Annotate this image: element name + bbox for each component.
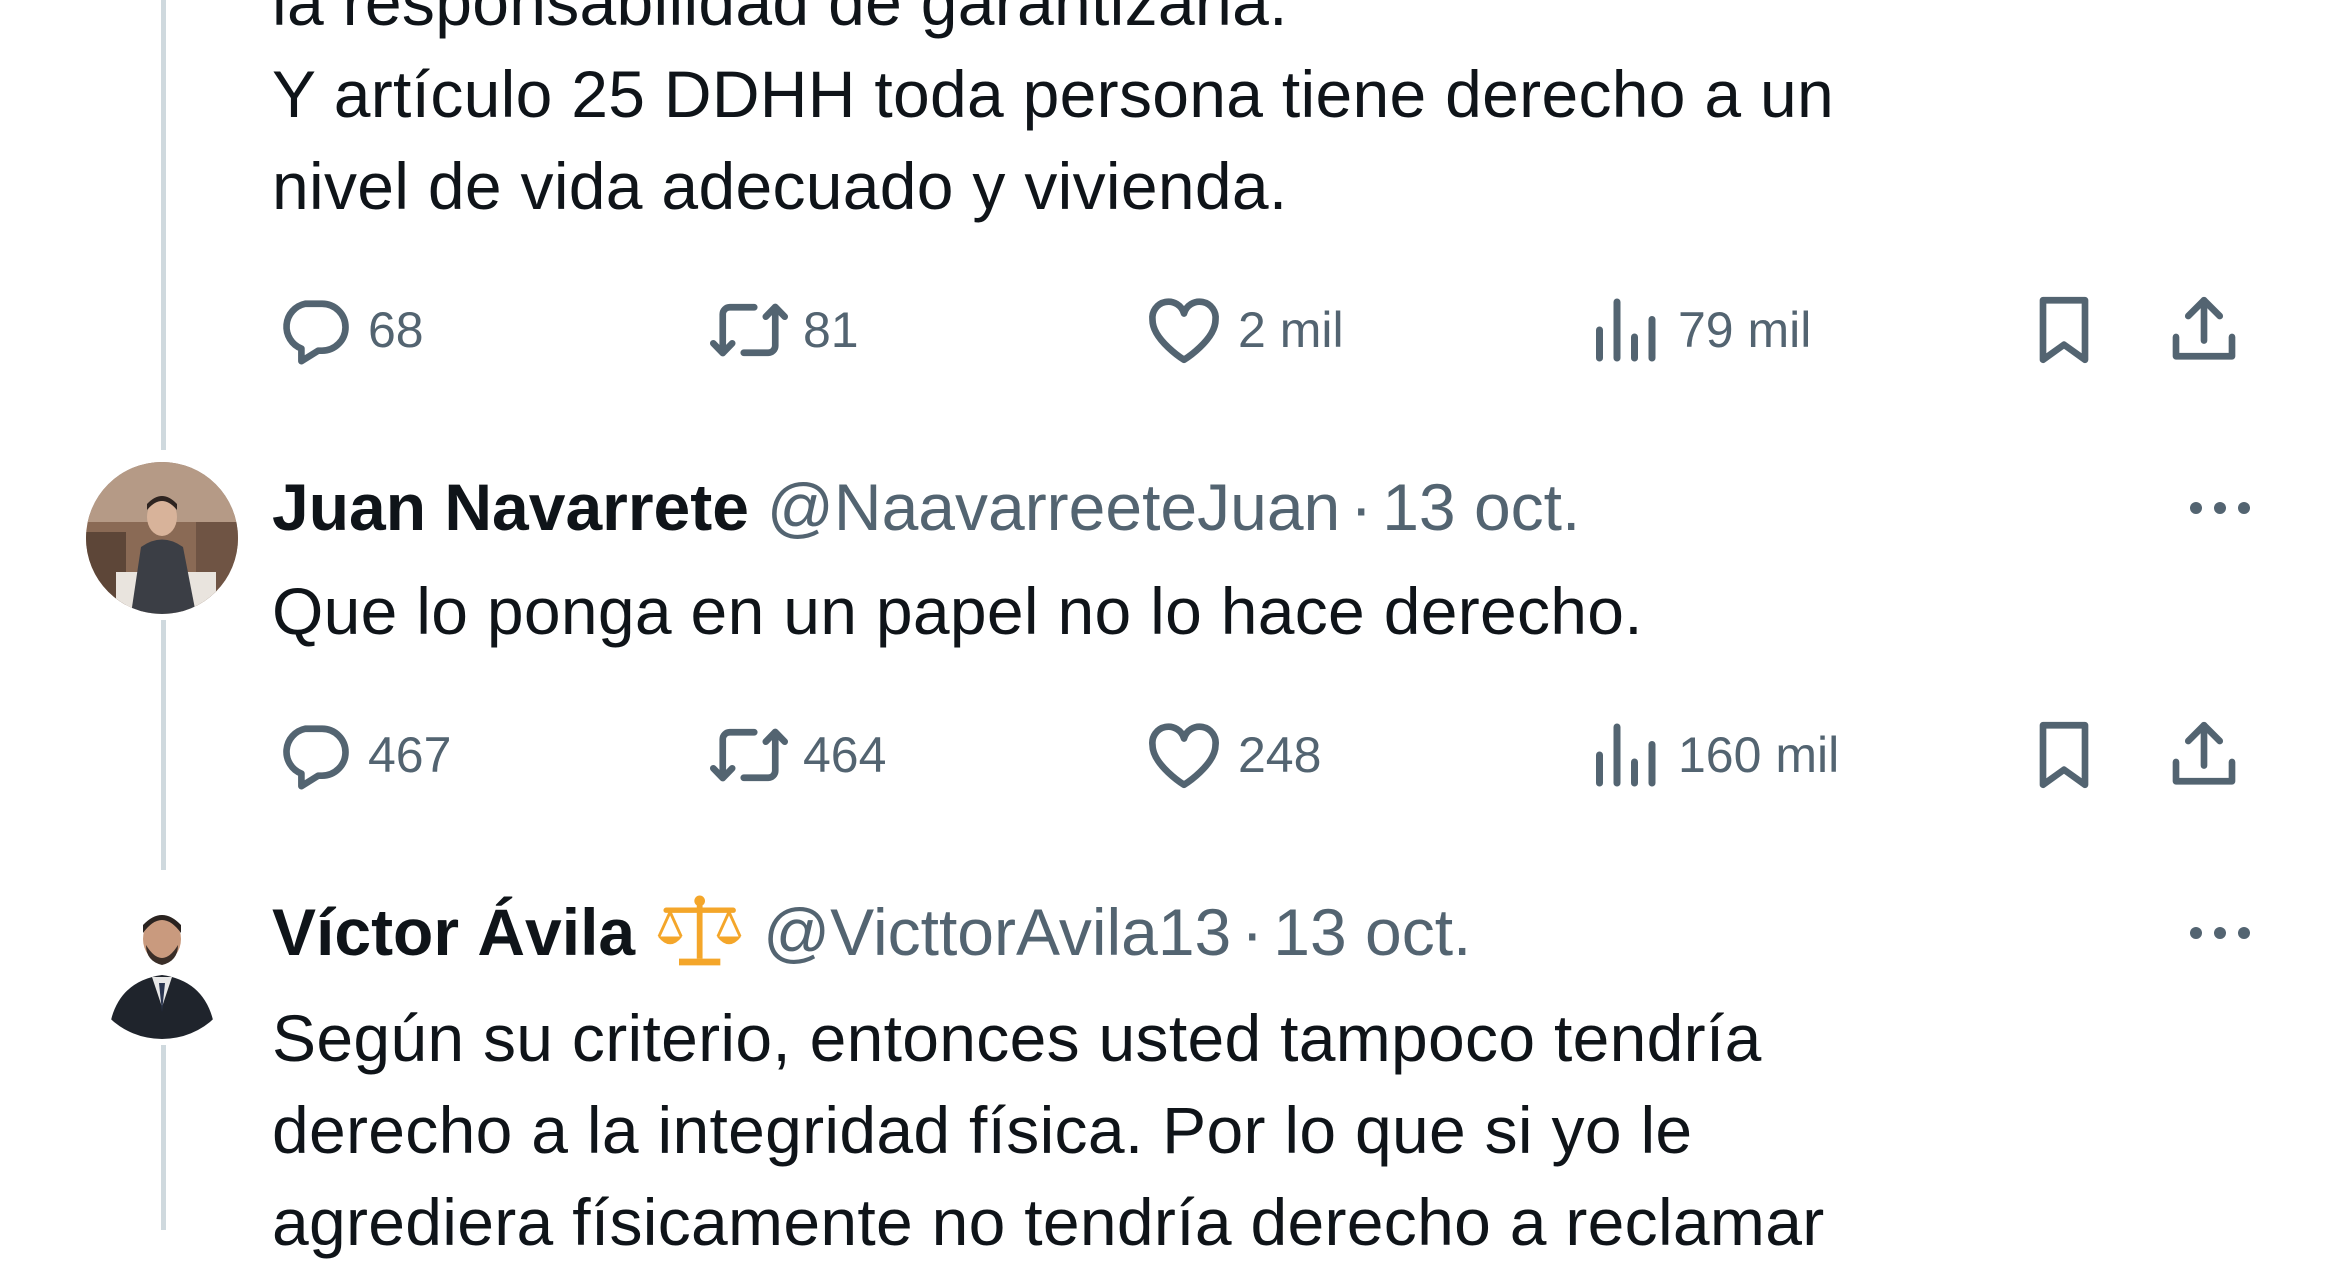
share-icon xyxy=(2172,721,2236,785)
more-options-button[interactable] xyxy=(2160,478,2280,538)
avatar[interactable] xyxy=(86,887,238,1039)
bookmark-icon xyxy=(2039,296,2089,364)
bookmark-button[interactable] xyxy=(2022,710,2106,800)
reply-count: 467 xyxy=(368,727,452,783)
repost-button[interactable]: 81 xyxy=(707,285,859,375)
views-count: 160 mil xyxy=(1678,727,1840,783)
tweet-header: Víctor Ávila @VicttorAvila13 · 13 oct. xyxy=(272,892,1471,972)
like-count: 248 xyxy=(1238,727,1322,783)
reply-count: 68 xyxy=(368,302,424,358)
heart-icon xyxy=(1149,298,1219,364)
share-button[interactable] xyxy=(2162,710,2246,800)
reply-icon xyxy=(283,300,349,365)
tweet-header: Juan Navarrete @NaavarreeteJuan · 13 oct… xyxy=(272,467,1580,547)
thread-line xyxy=(161,1045,166,1230)
share-button[interactable] xyxy=(2162,285,2246,375)
tweet-text-line: derecho a la integridad física. Por lo q… xyxy=(272,1093,1693,1167)
tweet-text: la responsabilidad de garantizarla. Y ar… xyxy=(272,0,1834,232)
separator: · xyxy=(1350,470,1373,544)
heart-icon xyxy=(1149,723,1219,789)
user-handle[interactable]: @NaavarreeteJuan xyxy=(767,469,1340,545)
tweet-text-line: agrediera físicamente no tendría derecho… xyxy=(272,1185,1825,1259)
repost-icon xyxy=(709,728,789,782)
repost-button[interactable]: 464 xyxy=(707,710,886,800)
dot xyxy=(2238,927,2250,939)
reply-button[interactable]: 68 xyxy=(272,285,424,375)
avatar[interactable] xyxy=(86,462,238,614)
tweet-text-line: Que lo ponga en un papel no lo hace dere… xyxy=(272,574,1643,648)
dot xyxy=(2190,502,2202,514)
tweet-date[interactable]: 13 oct. xyxy=(1382,469,1580,545)
dot xyxy=(2214,927,2226,939)
bookmark-icon xyxy=(2039,721,2089,789)
dot xyxy=(2190,927,2202,939)
analytics-icon xyxy=(1596,723,1656,787)
separator: · xyxy=(1241,895,1264,969)
tweet-text-line: Y artículo 25 DDHH toda persona tiene de… xyxy=(272,57,1835,131)
like-count: 2 mil xyxy=(1238,302,1344,358)
tweet-actions: 467 464 248 160 mil xyxy=(272,710,2272,800)
dot xyxy=(2238,502,2250,514)
tweet-text-line: nivel de vida adecuado y vivienda. xyxy=(272,149,1288,223)
user-handle[interactable]: @VicttorAvila13 xyxy=(763,894,1231,970)
like-button[interactable]: 248 xyxy=(1142,710,1321,800)
more-options-button[interactable] xyxy=(2160,903,2280,963)
tweet-actions: 68 81 2 mil 79 mil xyxy=(272,285,2272,375)
tweet-date[interactable]: 13 oct. xyxy=(1273,894,1471,970)
tweet-text: Según su criterio, entonces usted tampoc… xyxy=(272,992,1824,1268)
tweet-text: Que lo ponga en un papel no lo hace dere… xyxy=(272,565,1643,657)
thread-line xyxy=(161,620,166,870)
views-count: 79 mil xyxy=(1678,302,1812,358)
thread-line xyxy=(161,0,166,450)
reply-icon xyxy=(283,725,349,790)
share-icon xyxy=(2172,296,2236,360)
tweet-text-line: la responsabilidad de garantizarla. xyxy=(272,0,1288,39)
dot xyxy=(2214,502,2226,514)
repost-count: 464 xyxy=(803,727,887,783)
avatar-photo xyxy=(86,887,238,1039)
tweet-text-line: Según su criterio, entonces usted tampoc… xyxy=(272,1001,1762,1075)
bookmark-button[interactable] xyxy=(2022,285,2106,375)
views-button[interactable]: 79 mil xyxy=(1582,285,1811,375)
repost-icon xyxy=(709,303,789,357)
analytics-icon xyxy=(1596,298,1656,362)
scales-icon xyxy=(653,892,745,972)
reply-button[interactable]: 467 xyxy=(272,710,451,800)
repost-count: 81 xyxy=(803,302,859,358)
avatar-photo xyxy=(86,462,238,614)
display-name[interactable]: Víctor Ávila xyxy=(272,894,635,970)
views-button[interactable]: 160 mil xyxy=(1582,710,1839,800)
display-name[interactable]: Juan Navarrete xyxy=(272,469,749,545)
like-button[interactable]: 2 mil xyxy=(1142,285,1344,375)
